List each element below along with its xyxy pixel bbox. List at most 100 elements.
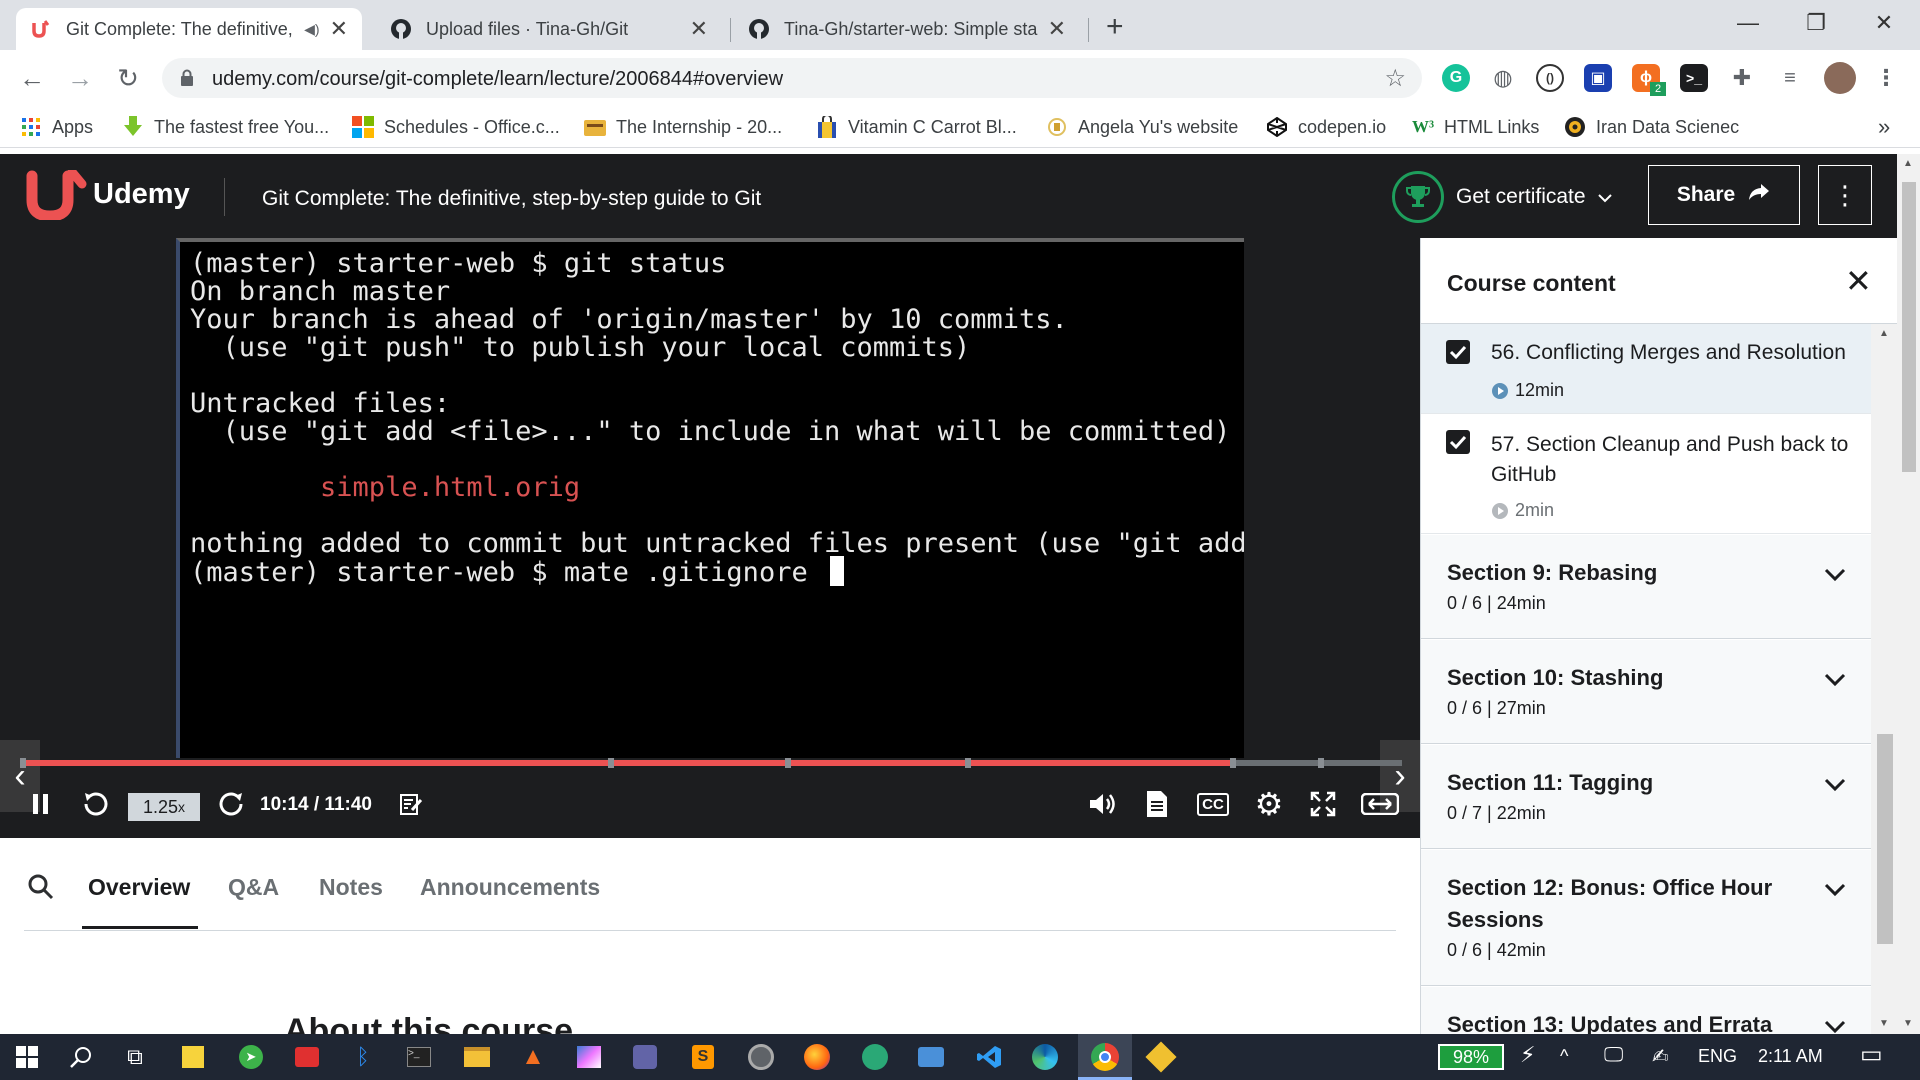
section-10-stashing[interactable]: Section 10: Stashing 0 / 6 | 27min <box>1421 640 1871 744</box>
expand-view-icon[interactable] <box>1360 786 1400 822</box>
chevron-down-icon[interactable] <box>1823 1019 1847 1034</box>
get-certificate-button[interactable]: Get certificate <box>1392 171 1612 223</box>
fullscreen-icon[interactable] <box>1306 786 1340 822</box>
edge-icon[interactable] <box>1030 1042 1060 1072</box>
minimize-window-button[interactable]: — <box>1718 6 1778 40</box>
chevron-down-icon[interactable] <box>1823 882 1847 898</box>
transcript-icon[interactable] <box>1142 786 1172 822</box>
udemy-logo-icon[interactable] <box>24 167 88 225</box>
chromium-app-icon[interactable] <box>746 1042 776 1072</box>
bookmark-fastest-free-you[interactable]: The fastest free You... <box>122 114 329 140</box>
reload-button[interactable]: ↻ <box>110 60 146 96</box>
vscode-icon[interactable] <box>974 1042 1004 1072</box>
extensions-puzzle-icon[interactable]: ✚ <box>1728 64 1756 92</box>
battery-indicator[interactable]: 98% <box>1438 1044 1504 1070</box>
bluetooth-icon[interactable]: ᛒ <box>348 1042 378 1072</box>
bookmarks-overflow-button[interactable]: » <box>1878 114 1890 140</box>
tab-qa[interactable]: Q&A <box>228 874 279 901</box>
page-scrollbar[interactable]: ▲ ▼ <box>1897 154 1920 1034</box>
bookmark-codepen[interactable]: codepen.io <box>1266 114 1386 140</box>
telegram-icon[interactable]: ➤ <box>236 1042 266 1072</box>
windows-start-icon[interactable] <box>12 1042 42 1072</box>
close-window-button[interactable]: ✕ <box>1854 6 1914 40</box>
sticky-notes-icon[interactable] <box>178 1042 208 1072</box>
paint-app-icon[interactable] <box>574 1042 604 1072</box>
bookmark-angela-yu[interactable]: Angela Yu's website <box>1046 114 1238 140</box>
matlab-icon[interactable]: ▲ <box>518 1042 548 1072</box>
pause-icon[interactable] <box>26 786 56 822</box>
terminal-app-icon[interactable]: >_ <box>404 1042 434 1072</box>
tab-starter-web[interactable]: Tina-Gh/starter-web: Simple starter web … <box>734 8 1080 50</box>
grammarly-extension-icon[interactable]: G <box>1442 64 1470 92</box>
chevron-down-icon[interactable] <box>1823 777 1847 793</box>
globe-extension-icon[interactable]: ◍ <box>1489 64 1517 92</box>
tab-udemy[interactable]: Git Complete: The definitive, step-by-st… <box>16 8 362 50</box>
tab-overview[interactable]: Overview <box>88 874 190 901</box>
bookmark-apps[interactable]: Apps <box>20 114 93 140</box>
scroll-up-icon[interactable]: ▲ <box>1879 328 1889 339</box>
close-tab-icon[interactable]: ✕ <box>690 16 708 42</box>
task-view-icon[interactable]: ⧉ <box>120 1042 150 1072</box>
close-tab-icon[interactable]: ✕ <box>1048 16 1066 42</box>
bookmark-vitamin-c[interactable]: Vitamin C Carrot Bl... <box>816 114 1017 140</box>
rewind-5s-icon[interactable] <box>78 786 114 822</box>
tab-upload-files[interactable]: Upload files · Tina-Gh/Git ✕ <box>376 8 722 50</box>
section-9-rebasing[interactable]: Section 9: Rebasing 0 / 6 | 24min <box>1421 535 1871 639</box>
chrome-taskbar-active[interactable] <box>1078 1034 1132 1080</box>
volume-icon[interactable] <box>1086 786 1120 822</box>
chevron-down-icon[interactable] <box>1823 567 1847 583</box>
sidebar-scroll-thumb[interactable] <box>1877 734 1893 944</box>
scroll-down-icon[interactable]: ▼ <box>1903 1018 1913 1029</box>
share-button[interactable]: Share <box>1648 165 1800 225</box>
scroll-up-icon[interactable]: ▲ <box>1903 158 1913 169</box>
checkbox-checked-icon[interactable] <box>1446 340 1470 364</box>
chat-app-icon[interactable] <box>860 1042 890 1072</box>
show-hidden-icons-chevron[interactable]: ^ <box>1560 1046 1568 1067</box>
scroll-down-icon[interactable]: ▼ <box>1879 1018 1889 1029</box>
course-title[interactable]: Git Complete: The definitive, step-by-st… <box>262 187 761 211</box>
section-12-office-hours[interactable]: Section 12: Bonus: Office Hour Sessions … <box>1421 850 1871 986</box>
page-scroll-thumb[interactable] <box>1902 182 1916 472</box>
checkbox-checked-icon[interactable] <box>1446 430 1470 454</box>
network-app-icon[interactable] <box>916 1042 946 1072</box>
screen-extension-icon[interactable]: ▣ <box>1584 64 1612 92</box>
terminal-extension-icon[interactable]: >_ <box>1680 64 1708 92</box>
video-player[interactable]: (master) starter-web $ git status On bra… <box>0 238 1420 838</box>
bookmark-schedules-office[interactable]: Schedules - Office.c... <box>352 114 560 140</box>
back-button[interactable]: ← <box>14 60 50 96</box>
bookmark-the-internship[interactable]: The Internship - 20... <box>584 114 782 140</box>
lecture-item-57[interactable]: 57. Section Cleanup and Push back to Git… <box>1421 414 1871 534</box>
captions-button[interactable]: CC <box>1196 786 1230 822</box>
section-13-updates[interactable]: Section 13: Updates and Errata <box>1421 987 1871 1034</box>
add-note-icon[interactable] <box>396 786 426 822</box>
sidebar-scrollbar[interactable]: ▲ ▼ <box>1871 324 1897 1034</box>
mail-app-icon[interactable] <box>292 1042 322 1072</box>
search-icon[interactable] <box>66 1042 96 1072</box>
network-icon[interactable]: 🖵 <box>1604 1044 1623 1067</box>
power-plug-icon[interactable]: ⚡ <box>1520 1042 1535 1068</box>
media-queue-icon[interactable]: ≡ <box>1776 64 1804 92</box>
language-indicator[interactable]: ENG <box>1698 1046 1737 1067</box>
bookmark-star-icon[interactable]: ☆ <box>1384 64 1406 93</box>
playback-speed-button[interactable]: 1.25 x <box>128 793 200 821</box>
profile-avatar[interactable] <box>1824 62 1856 94</box>
restore-window-button[interactable]: ❐ <box>1786 6 1846 40</box>
address-bar[interactable]: udemy.com/course/git-complete/learn/lect… <box>162 58 1422 98</box>
settings-gear-icon[interactable]: ⚙ <box>1252 786 1286 822</box>
tab-notes[interactable]: Notes <box>319 874 383 901</box>
pen-icon[interactable]: ✍ <box>1652 1044 1669 1069</box>
forward-5s-icon[interactable] <box>214 786 248 822</box>
git-kraken-icon[interactable] <box>1145 1041 1177 1073</box>
dev-extension-icon[interactable]: () <box>1536 64 1564 92</box>
bookmark-iran-data-science[interactable]: Iran Data Scienec <box>1564 114 1739 140</box>
forward-button[interactable]: → <box>62 60 98 96</box>
video-progress-bar[interactable] <box>20 758 1402 768</box>
search-icon[interactable] <box>28 874 54 905</box>
tab-announcements[interactable]: Announcements <box>420 874 600 901</box>
firefox-icon[interactable] <box>802 1042 832 1072</box>
section-11-tagging[interactable]: Section 11: Tagging 0 / 7 | 22min <box>1421 745 1871 849</box>
clock[interactable]: 2:11 AM <box>1758 1046 1823 1067</box>
notifications-icon[interactable]: ▭ <box>1860 1040 1883 1069</box>
file-explorer-icon[interactable] <box>462 1042 492 1072</box>
teams-icon[interactable] <box>630 1042 660 1072</box>
